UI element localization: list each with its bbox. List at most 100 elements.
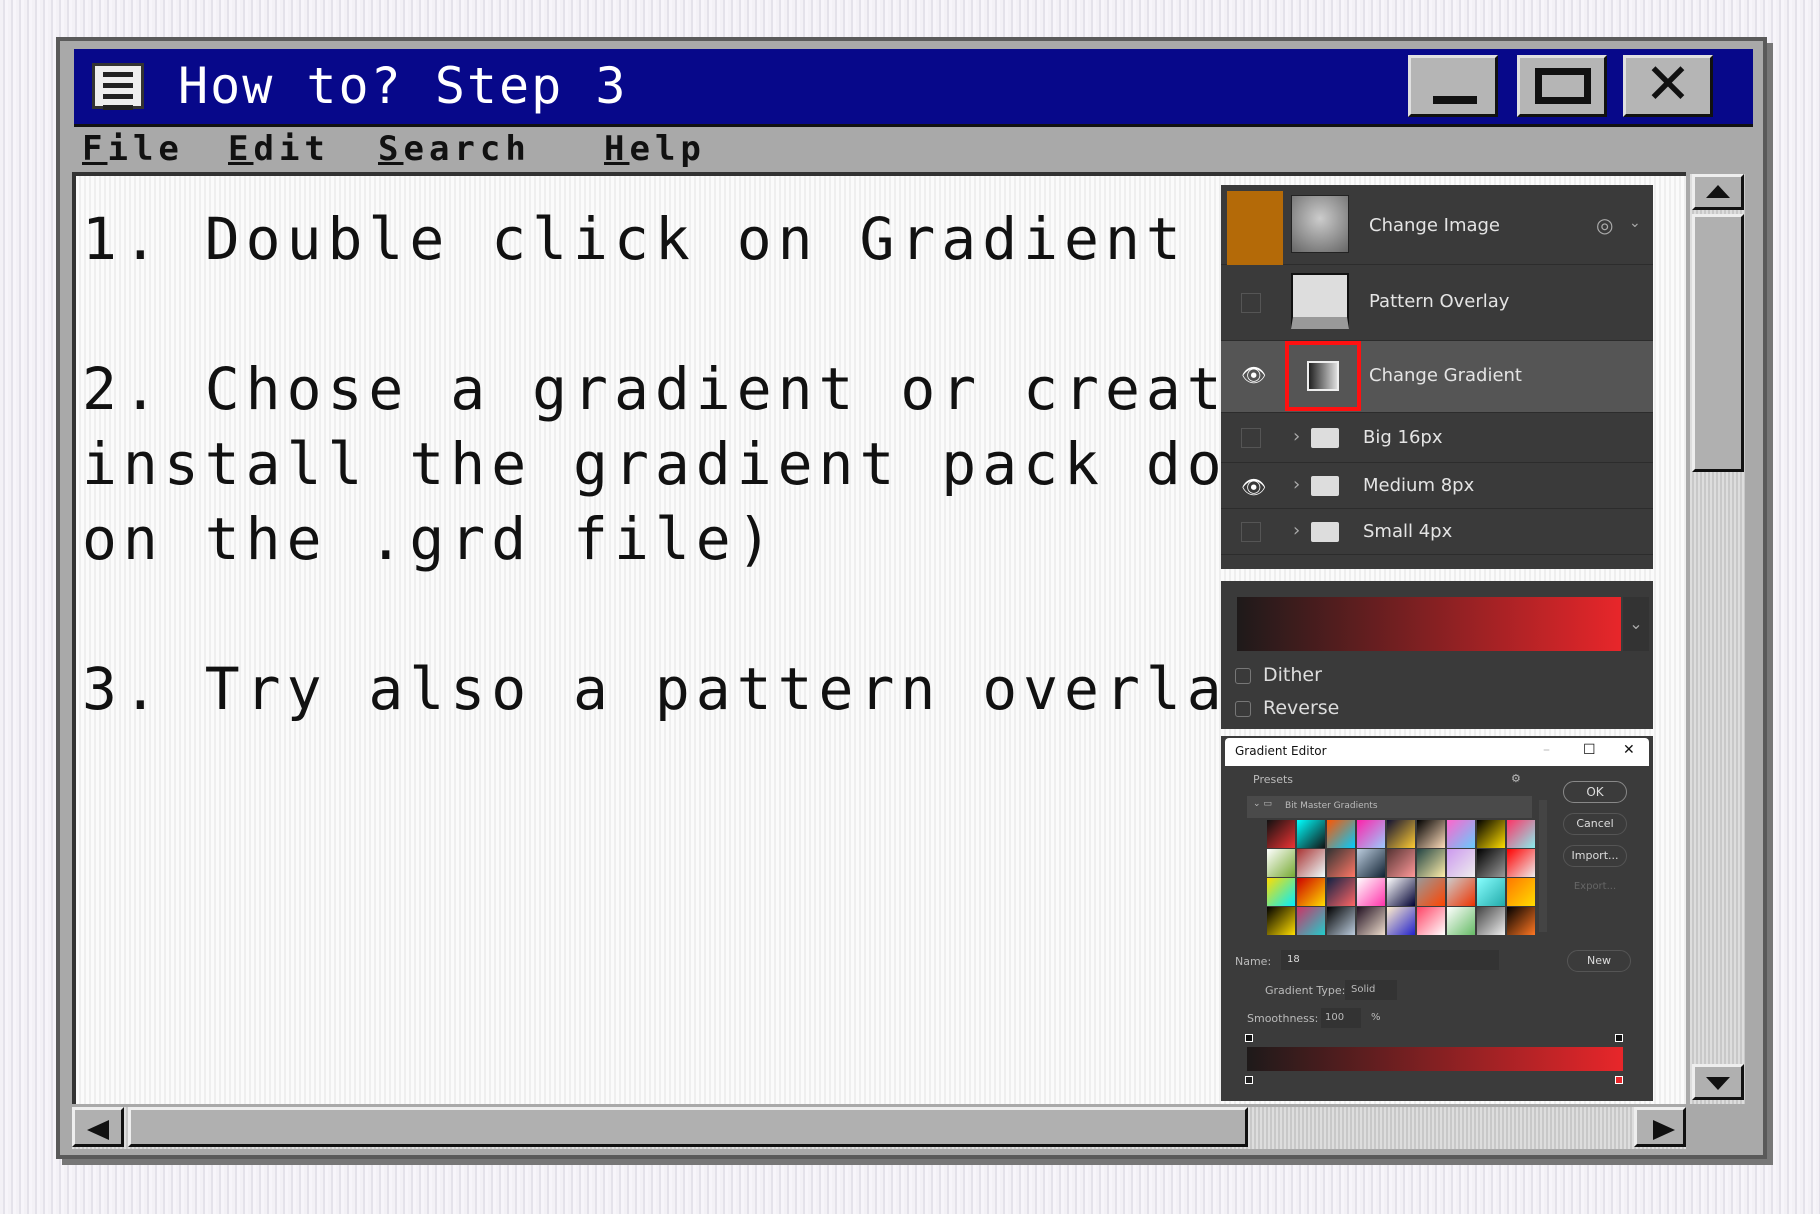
gradient-preset-swatch[interactable] <box>1417 820 1445 848</box>
chevron-down-icon[interactable]: ⌄ <box>1629 215 1641 231</box>
gradient-preset-swatch[interactable] <box>1507 907 1535 935</box>
scroll-left-button[interactable] <box>72 1107 124 1147</box>
gradient-preset-swatch[interactable] <box>1357 849 1385 877</box>
gradient-bar[interactable] <box>1247 1047 1623 1071</box>
dither-checkbox[interactable] <box>1235 668 1251 684</box>
app-window: How to? Step 3 ✕ File Edit Search Help 1… <box>56 37 1767 1159</box>
gradient-preset-swatch[interactable] <box>1387 849 1415 877</box>
color-stop[interactable] <box>1615 1076 1623 1084</box>
gradient-preset-swatch[interactable] <box>1507 849 1535 877</box>
layer-change-image[interactable]: Change Image ◎ ⌄ <box>1221 185 1653 265</box>
document-area[interactable]: 1. Double click on Gradient layer 2. Cho… <box>72 172 1686 1104</box>
menu-help[interactable]: Help <box>604 129 706 169</box>
smoothness-input[interactable]: 100 <box>1321 1008 1361 1028</box>
chevron-right-icon[interactable]: › <box>1293 474 1300 495</box>
arrow-up-icon <box>1706 185 1730 198</box>
layer-name: Change Gradient <box>1369 365 1522 386</box>
gradient-preset-swatch[interactable] <box>1267 878 1295 906</box>
gradient-preset-swatch[interactable] <box>1477 878 1505 906</box>
vertical-scrollbar[interactable] <box>1690 174 1745 1104</box>
gradient-preset-swatch[interactable] <box>1297 849 1325 877</box>
minimize-icon[interactable]: – <box>1543 742 1550 758</box>
import-button[interactable]: Import... <box>1563 845 1627 867</box>
gradient-preset-swatch[interactable] <box>1327 878 1355 906</box>
gradient-preset-swatch[interactable] <box>1327 849 1355 877</box>
layer-pattern-overlay[interactable]: Pattern Overlay <box>1221 265 1653 341</box>
eye-icon[interactable]: 👁 <box>1241 475 1266 499</box>
gradient-preset-swatch[interactable] <box>1477 907 1505 935</box>
layer-group-small[interactable]: › Small 4px <box>1221 509 1653 555</box>
gradient-type-select[interactable]: Solid <box>1345 980 1397 1000</box>
layer-group-medium[interactable]: 👁 › Medium 8px <box>1221 463 1653 509</box>
gradient-preset-swatch[interactable] <box>1357 878 1385 906</box>
ok-button[interactable]: OK <box>1563 781 1627 803</box>
gear-icon[interactable]: ⚙ <box>1511 772 1521 785</box>
opacity-stop[interactable] <box>1615 1034 1623 1042</box>
visibility-toggle[interactable] <box>1241 293 1261 313</box>
scroll-right-button[interactable] <box>1634 1107 1686 1147</box>
new-button[interactable]: New <box>1567 950 1631 972</box>
gradient-preset-swatch[interactable] <box>1507 878 1535 906</box>
gradient-preset-swatch[interactable] <box>1267 907 1295 935</box>
gradient-preset-swatch[interactable] <box>1297 820 1325 848</box>
gradient-preset-swatch[interactable] <box>1507 820 1535 848</box>
layer-group-big[interactable]: › Big 16px <box>1221 413 1653 463</box>
scroll-up-button[interactable] <box>1692 174 1744 210</box>
menu-file[interactable]: File <box>82 129 184 169</box>
chevron-right-icon[interactable]: › <box>1293 426 1300 447</box>
folder-icon <box>1311 522 1339 542</box>
cancel-button[interactable]: Cancel <box>1563 813 1627 835</box>
eye-icon[interactable]: 👁 <box>1241 363 1266 387</box>
gradient-preset-swatch[interactable] <box>1387 878 1415 906</box>
gradient-preset-swatch[interactable] <box>1357 907 1385 935</box>
gradient-preset-swatch[interactable] <box>1297 878 1325 906</box>
gradient-preset-swatch[interactable] <box>1327 820 1355 848</box>
visibility-toggle[interactable] <box>1241 428 1261 448</box>
close-button[interactable]: ✕ <box>1623 52 1713 117</box>
horizontal-scrollbar[interactable] <box>72 1107 1686 1149</box>
maximize-button[interactable] <box>1517 55 1607 117</box>
gradient-preset-swatch[interactable] <box>1327 907 1355 935</box>
highlight-box <box>1285 341 1361 411</box>
menu-search[interactable]: Search <box>378 129 531 169</box>
gradient-preset-swatch[interactable] <box>1477 849 1505 877</box>
scroll-thumb[interactable] <box>128 1107 1248 1147</box>
gradient-preset-swatch[interactable] <box>1297 907 1325 935</box>
gradient-preset-swatch[interactable] <box>1447 907 1475 935</box>
scroll-thumb[interactable] <box>1692 214 1744 472</box>
chevron-right-icon[interactable]: › <box>1293 520 1300 541</box>
folder-icon: ⌄ ▭ <box>1253 799 1272 809</box>
gradient-preset-swatch[interactable] <box>1477 820 1505 848</box>
maximize-icon[interactable]: ☐ <box>1583 742 1596 758</box>
gradient-preset-swatch[interactable] <box>1417 907 1445 935</box>
gradient-preset-swatch[interactable] <box>1267 849 1295 877</box>
gradient-preset-swatch[interactable] <box>1267 820 1295 848</box>
visibility-toggle[interactable] <box>1241 522 1261 542</box>
gradient-preset-swatch[interactable] <box>1357 820 1385 848</box>
close-icon[interactable]: ✕ <box>1623 742 1635 758</box>
title-bar[interactable]: How to? Step 3 ✕ <box>74 49 1753 127</box>
reverse-checkbox[interactable] <box>1235 701 1251 717</box>
gradient-preset-swatch[interactable] <box>1387 820 1415 848</box>
preset-folder[interactable]: ⌄ ▭ Bit Master Gradients <box>1247 796 1532 818</box>
minimize-button[interactable] <box>1408 55 1498 117</box>
gradient-preset-swatch[interactable] <box>1447 849 1475 877</box>
menu-bar: File Edit Search Help <box>74 127 1753 171</box>
gradient-picker[interactable] <box>1237 597 1621 651</box>
opacity-stop[interactable] <box>1245 1034 1253 1042</box>
menu-edit[interactable]: Edit <box>228 129 330 169</box>
name-input[interactable]: 18 <box>1281 950 1499 970</box>
layer-change-gradient[interactable]: 👁 Change Gradient <box>1221 341 1653 413</box>
gradient-preset-swatch[interactable] <box>1387 907 1415 935</box>
arrow-right-icon <box>1653 1120 1675 1140</box>
percent-unit: % <box>1371 1012 1381 1023</box>
gradient-preset-swatch[interactable] <box>1417 878 1445 906</box>
color-stop[interactable] <box>1245 1076 1253 1084</box>
gradient-preset-swatch[interactable] <box>1447 878 1475 906</box>
scroll-down-button[interactable] <box>1692 1064 1744 1100</box>
gradient-options-panel: ⌄ Dither Reverse <box>1221 581 1653 729</box>
preset-scrollbar[interactable] <box>1539 800 1547 932</box>
gradient-preset-swatch[interactable] <box>1447 820 1475 848</box>
chevron-down-icon[interactable]: ⌄ <box>1623 597 1649 651</box>
gradient-preset-swatch[interactable] <box>1417 849 1445 877</box>
